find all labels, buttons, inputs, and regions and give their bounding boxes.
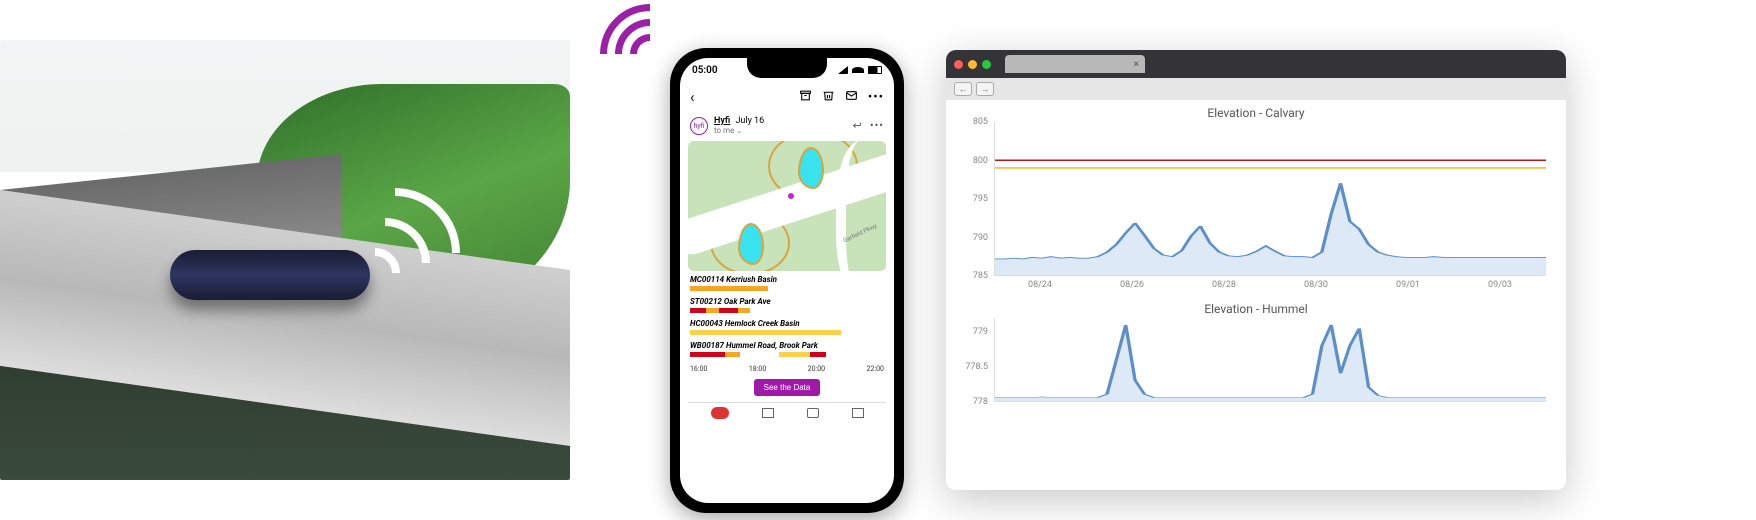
bar-segment [690, 308, 706, 313]
bar-segment [690, 330, 841, 335]
y-tick: 800 [960, 156, 988, 166]
forward-button[interactable]: → [976, 82, 994, 96]
site-row[interactable]: WB00187 Hummel Road, Brook Park [690, 341, 884, 357]
cell-icon [838, 66, 848, 74]
y-tick: 778.5 [960, 362, 988, 372]
inbox-badge[interactable] [711, 407, 729, 419]
sender-avatar: hyfi [690, 117, 708, 135]
charts-container: Elevation - Calvary 785 790 795 800 805 08/2… [946, 100, 1566, 432]
email-header: hyfi Hyfi July 16 to me ⌄ ↩ ••• [680, 112, 894, 139]
x-tick: 08/28 [1212, 280, 1236, 290]
y-tick: 779 [960, 327, 988, 337]
more-icon[interactable]: ••• [868, 90, 884, 105]
plot-area[interactable] [994, 122, 1546, 276]
browser-tabstrip: × [946, 50, 1566, 78]
lake [738, 223, 764, 265]
reply-icon[interactable]: ↩ [853, 119, 862, 132]
close-icon[interactable] [954, 60, 963, 69]
time-tick: 16:00 [690, 365, 707, 373]
more-icon[interactable]: ••• [870, 119, 884, 132]
bar-segment [690, 286, 768, 291]
site-title: HC00043 Hemlock Creek Basin [690, 319, 884, 328]
bar-segment [779, 352, 810, 357]
mail-toolbar: ‹ ••• [680, 82, 894, 112]
bar-segment [690, 352, 725, 357]
x-tick: 09/03 [1488, 280, 1512, 290]
x-axis [994, 404, 1546, 418]
chart-title: Elevation - Calvary [960, 106, 1552, 120]
time-axis: 16:00 18:00 20:00 22:00 [690, 365, 884, 373]
bar-segment [706, 308, 720, 313]
battery-icon [868, 66, 882, 74]
status-bar-row [690, 286, 884, 291]
y-tick: 778 [960, 397, 988, 407]
wifi-icon [852, 67, 864, 73]
y-tick: 795 [960, 194, 988, 204]
site-row[interactable]: MC00114 Kerriush Basin [690, 275, 884, 291]
bar-segment [719, 308, 738, 313]
chart-hummel: Elevation - Hummel 778 778.5 779 [960, 302, 1552, 418]
plot-area[interactable] [994, 318, 1546, 402]
y-axis: 778778.5779 [960, 318, 990, 402]
sender-name[interactable]: Hyfi [714, 116, 730, 126]
site-title: MC00114 Kerriush Basin [690, 275, 884, 284]
y-tick: 785 [960, 271, 988, 281]
x-axis: 08/24 08/26 08/28 08/30 09/01 09/03 [994, 278, 1546, 292]
y-axis: 785790795800805 [960, 122, 990, 276]
x-tick: 08/30 [1304, 280, 1328, 290]
x-tick: 09/01 [1396, 280, 1420, 290]
maximize-icon[interactable] [982, 60, 991, 69]
browser-tab[interactable]: × [1005, 55, 1145, 73]
chart-title: Elevation - Hummel [960, 302, 1552, 316]
site-map[interactable]: Garfield Pkwy [688, 141, 886, 271]
site-title: ST00212 Oak Park Ave [690, 297, 884, 306]
browser-navbar: ← → [946, 78, 1566, 100]
road-path [836, 141, 886, 271]
x-tick: 08/24 [1028, 280, 1052, 290]
tab-icon[interactable] [852, 408, 864, 418]
archive-icon[interactable] [799, 89, 812, 106]
bottom-tabbar [680, 403, 894, 423]
status-time: 05:00 [692, 65, 718, 76]
status-bar-row [690, 352, 884, 357]
bar-segment [810, 352, 826, 357]
chevron-down-icon[interactable]: ⌄ [736, 127, 742, 135]
chart-calvary: Elevation - Calvary 785 790 795 800 805 08/2… [960, 106, 1552, 292]
bar-segment [740, 352, 779, 357]
site-row[interactable]: HC00043 Hemlock Creek Basin [690, 319, 884, 335]
site-title: WB00187 Hummel Road, Brook Park [690, 341, 884, 350]
time-tick: 22:00 [867, 365, 884, 373]
back-button[interactable]: ‹ [690, 88, 695, 106]
tab-icon[interactable] [762, 408, 774, 418]
site-list: MC00114 Kerriush Basin ST00212 Oak Park A… [680, 275, 894, 363]
status-bar-row [690, 308, 884, 313]
lake [798, 147, 824, 189]
traffic-lights [954, 60, 991, 69]
y-tick: 790 [960, 233, 988, 243]
map-marker-icon [788, 193, 794, 199]
see-data-button[interactable]: See the Data [754, 379, 821, 396]
phone-mockup: 05:00 ‹ ••• [670, 48, 904, 513]
status-bar-row [690, 330, 884, 335]
phone-screen: 05:00 ‹ ••• [680, 58, 894, 503]
bar-segment [725, 352, 741, 357]
time-tick: 20:00 [808, 365, 825, 373]
phone-notch [747, 58, 827, 78]
sensor-bridge-photo [0, 40, 570, 480]
tab-icon[interactable] [807, 408, 819, 418]
email-date: July 16 [735, 116, 764, 126]
trash-icon[interactable] [822, 89, 835, 106]
tab-close-icon[interactable]: × [1134, 59, 1139, 70]
envelope-icon[interactable] [845, 89, 858, 106]
time-tick: 18:00 [749, 365, 766, 373]
back-button[interactable]: ← [954, 82, 972, 96]
minimize-icon[interactable] [968, 60, 977, 69]
browser-window: × ← → Elevation - Calvary 785 790 795 800 80… [946, 50, 1566, 490]
to-line[interactable]: to me [714, 126, 734, 135]
site-row[interactable]: ST00212 Oak Park Ave [690, 297, 884, 313]
bar-segment [738, 308, 750, 313]
y-tick: 805 [960, 117, 988, 127]
x-tick: 08/26 [1120, 280, 1144, 290]
